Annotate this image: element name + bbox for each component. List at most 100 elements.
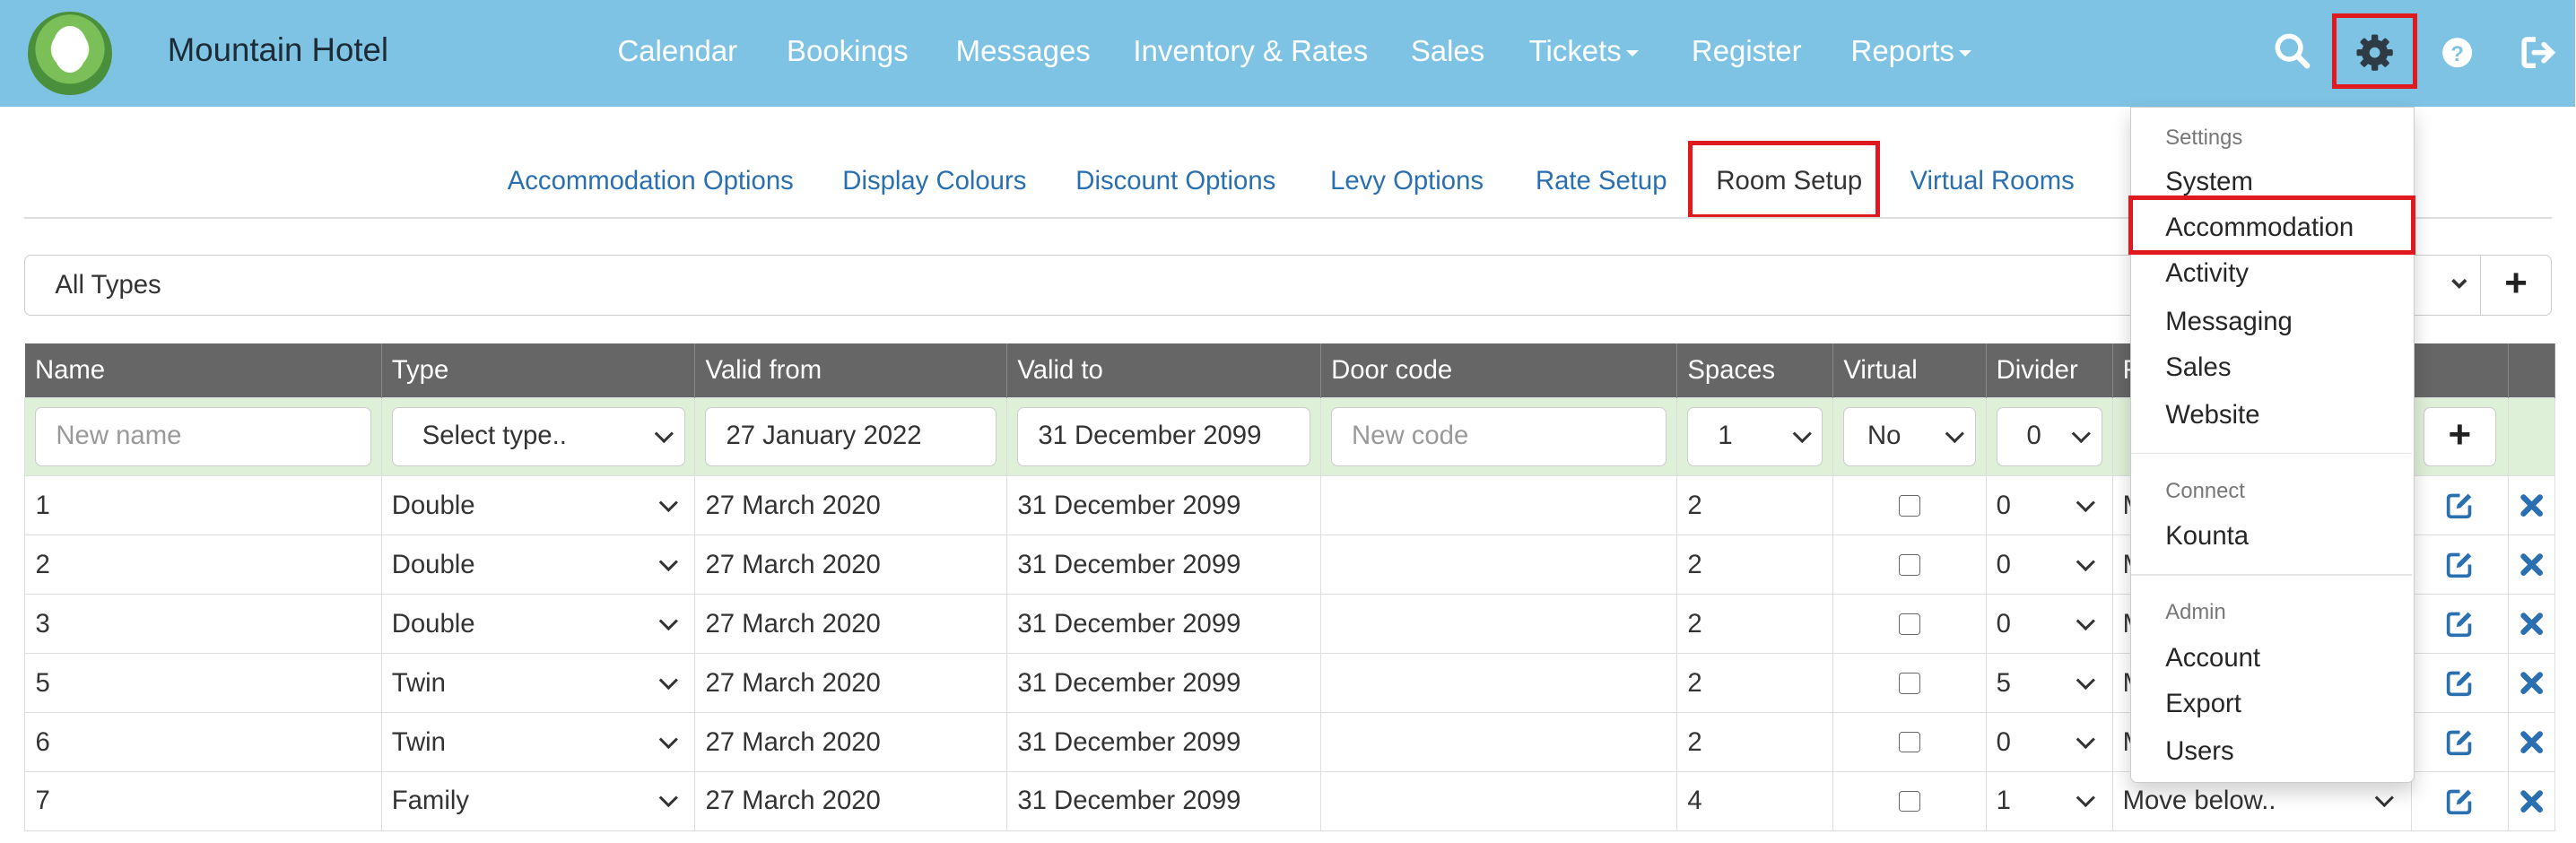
room-name-cell[interactable]: 6 [24,712,382,772]
nav-register[interactable]: Register [1692,34,1802,68]
divider-select[interactable]: 5 [1985,653,2113,714]
divider-select[interactable]: 0 [1985,534,2113,595]
tab-display-colours[interactable]: Display Colours [842,166,1026,196]
menu-item-messaging[interactable]: Messaging [2165,307,2293,337]
room-type-select[interactable]: Double [380,534,696,595]
brand-name[interactable]: Mountain Hotel [168,31,388,69]
valid-from-cell[interactable]: 27 March 2020 [694,771,1008,831]
menu-item-kounta[interactable]: Kounta [2165,521,2249,552]
room-name-cell[interactable]: 1 [24,475,382,536]
room-name-cell[interactable]: 5 [24,653,382,714]
delete-icon[interactable] [2519,670,2545,696]
new-spaces-select[interactable]: 1 [1687,407,1823,466]
edit-icon[interactable] [2445,787,2475,816]
tab-virtual-rooms[interactable]: Virtual Rooms [1910,166,2074,196]
new-door-code-input[interactable]: New code [1331,407,1667,466]
room-type-select[interactable]: Twin [380,653,696,714]
edit-icon[interactable] [2445,491,2475,520]
menu-item-sales[interactable]: Sales [2165,352,2231,383]
edit-icon[interactable] [2445,727,2475,757]
spaces-cell[interactable]: 2 [1676,712,1834,772]
menu-item-users[interactable]: Users [2165,736,2233,767]
delete-icon[interactable] [2519,552,2545,578]
menu-item-account[interactable]: Account [2165,643,2260,674]
room-type-select[interactable]: Double [380,594,696,655]
delete-icon[interactable] [2519,788,2545,814]
valid-from-cell[interactable]: 27 March 2020 [694,534,1008,595]
door-code-cell[interactable] [1320,712,1678,772]
new-valid-to-input[interactable]: 31 December 2099 [1017,407,1311,466]
room-type-select[interactable]: Double [380,475,696,536]
valid-to-cell[interactable]: 31 December 2099 [1006,712,1322,772]
valid-from-cell[interactable]: 27 March 2020 [694,653,1008,714]
add-room-button[interactable]: + [2424,407,2496,466]
virtual-checkbox[interactable] [1899,790,1920,813]
tab-rate-setup[interactable]: Rate Setup [1536,166,1667,196]
menu-item-export[interactable]: Export [2165,689,2241,719]
virtual-checkbox[interactable] [1899,495,1920,517]
virtual-checkbox[interactable] [1899,731,1920,753]
virtual-checkbox[interactable] [1899,613,1920,635]
room-type-select[interactable]: Twin [380,712,696,772]
delete-icon[interactable] [2519,492,2545,518]
door-code-cell[interactable] [1320,653,1678,714]
room-name-cell[interactable]: 2 [24,534,382,595]
help-icon[interactable]: ? [2434,30,2480,75]
tab-levy-options[interactable]: Levy Options [1330,166,1484,196]
room-name-cell[interactable]: 3 [24,594,382,655]
delete-icon[interactable] [2519,611,2545,637]
divider-select[interactable]: 0 [1985,475,2113,536]
valid-from-cell[interactable]: 27 March 2020 [694,594,1008,655]
room-type-filter-select[interactable]: All Types [24,254,2482,316]
search-icon[interactable] [2271,30,2317,75]
divider-select[interactable]: 0 [1985,594,2113,655]
nav-sales[interactable]: Sales [1411,34,1484,68]
door-code-cell[interactable] [1320,475,1678,536]
nav-reports[interactable]: Reports [1851,34,1972,68]
valid-to-cell[interactable]: 31 December 2099 [1006,534,1322,595]
valid-to-cell[interactable]: 31 December 2099 [1006,771,1322,831]
nav-calendar[interactable]: Calendar [617,34,737,68]
valid-from-cell[interactable]: 27 March 2020 [694,712,1008,772]
room-type-select[interactable]: Family [380,771,696,831]
tab-discount-options[interactable]: Discount Options [1075,166,1275,196]
edit-cell [2410,653,2509,714]
menu-item-website[interactable]: Website [2165,400,2259,430]
nav-bookings[interactable]: Bookings [787,34,909,68]
spaces-cell[interactable]: 4 [1676,771,1834,831]
add-type-button[interactable]: + [2479,254,2553,316]
door-code-cell[interactable] [1320,534,1678,595]
spaces-cell[interactable]: 2 [1676,534,1834,595]
valid-from-cell[interactable]: 27 March 2020 [694,475,1008,536]
new-type-select[interactable]: Select type.. [391,407,685,466]
new-divider-select[interactable]: 0 [1996,407,2102,466]
logout-icon[interactable] [2516,30,2562,75]
new-valid-from-input[interactable]: 27 January 2022 [705,407,997,466]
virtual-checkbox[interactable] [1899,672,1920,694]
delete-icon[interactable] [2519,729,2545,755]
door-code-cell[interactable] [1320,594,1678,655]
nav-tickets[interactable]: Tickets [1529,34,1640,68]
divider-select[interactable]: 1 [1985,771,2113,831]
new-virtual-select[interactable]: No [1843,407,1976,466]
edit-icon[interactable] [2445,550,2475,579]
tab-accommodation-options[interactable]: Accommodation Options [508,166,794,196]
valid-to-cell[interactable]: 31 December 2099 [1006,653,1322,714]
new-name-input[interactable]: New name [35,407,371,466]
valid-to-cell[interactable]: 31 December 2099 [1006,594,1322,655]
spaces-cell[interactable]: 2 [1676,475,1834,536]
menu-item-activity[interactable]: Activity [2165,258,2249,289]
virtual-checkbox[interactable] [1899,553,1920,576]
divider-select[interactable]: 0 [1985,712,2113,772]
hotel-logo[interactable] [28,11,112,96]
edit-icon[interactable] [2445,668,2475,698]
edit-icon[interactable] [2445,609,2475,639]
valid-to-cell[interactable]: 31 December 2099 [1006,475,1322,536]
spaces-cell[interactable]: 2 [1676,653,1834,714]
menu-item-system[interactable]: System [2165,167,2253,197]
nav-messages[interactable]: Messages [956,34,1091,68]
nav-inventory-rates[interactable]: Inventory & Rates [1133,34,1368,68]
door-code-cell[interactable] [1320,771,1678,831]
spaces-cell[interactable]: 2 [1676,594,1834,655]
room-name-cell[interactable]: 7 [24,771,382,831]
